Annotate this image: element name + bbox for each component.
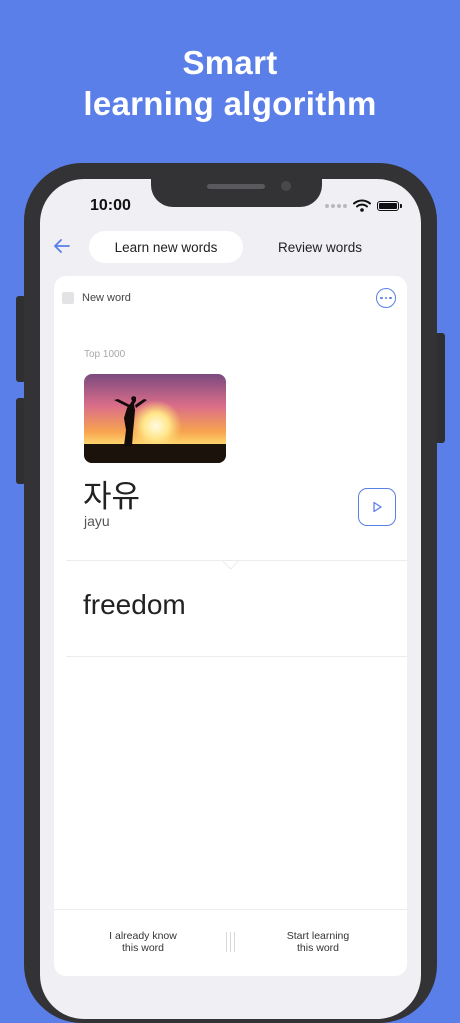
signal-icon [325, 203, 347, 208]
phone-frame: 10:00 Learn new words Review words New w… [24, 163, 437, 1023]
speaker [207, 184, 265, 189]
play-icon [373, 501, 382, 513]
frequency-label: Top 1000 [84, 349, 126, 360]
front-camera [281, 181, 291, 191]
romanization: jayu [84, 513, 110, 529]
already-know-button[interactable]: I already know this word [78, 930, 208, 954]
more-options-icon[interactable] [376, 288, 396, 308]
action-bar: I already know this word Start learning … [54, 909, 407, 976]
already-know-line-2: this word [121, 942, 164, 954]
phone-screen: 10:00 Learn new words Review words New w… [40, 179, 421, 1019]
swipe-grip-icon[interactable] [226, 932, 235, 952]
divider-bottom [66, 656, 407, 657]
tab-learn-new-words[interactable]: Learn new words [89, 231, 243, 263]
notch [151, 179, 322, 207]
play-audio-button[interactable] [358, 488, 396, 526]
translation: freedom [83, 589, 186, 620]
status-time: 10:00 [90, 197, 131, 214]
tab-review-words[interactable]: Review words [245, 231, 395, 263]
word-card: New word Top 1000 자유 jayu freedom I alre… [54, 276, 407, 976]
headline: Smart learning algorithm [0, 42, 460, 124]
new-word-toggle[interactable]: New word [62, 292, 131, 304]
headline-line-1: Smart [182, 44, 278, 81]
already-know-line-1: I already know [109, 930, 177, 942]
battery-icon [377, 200, 402, 211]
wifi-icon [353, 199, 371, 212]
start-learning-line-1: Start learning [286, 930, 350, 942]
new-word-checkbox[interactable] [62, 292, 74, 304]
new-word-label: New word [82, 292, 131, 304]
back-arrow-icon[interactable] [52, 236, 72, 256]
status-icons [325, 199, 402, 212]
start-learning-line-2: this word [296, 942, 339, 954]
headline-line-2: learning algorithm [83, 85, 377, 122]
divider-top [66, 560, 407, 561]
start-learning-button[interactable]: Start learning this word [253, 930, 383, 954]
sunset-silhouette-photo [84, 374, 226, 463]
target-word: 자유 [83, 479, 141, 515]
